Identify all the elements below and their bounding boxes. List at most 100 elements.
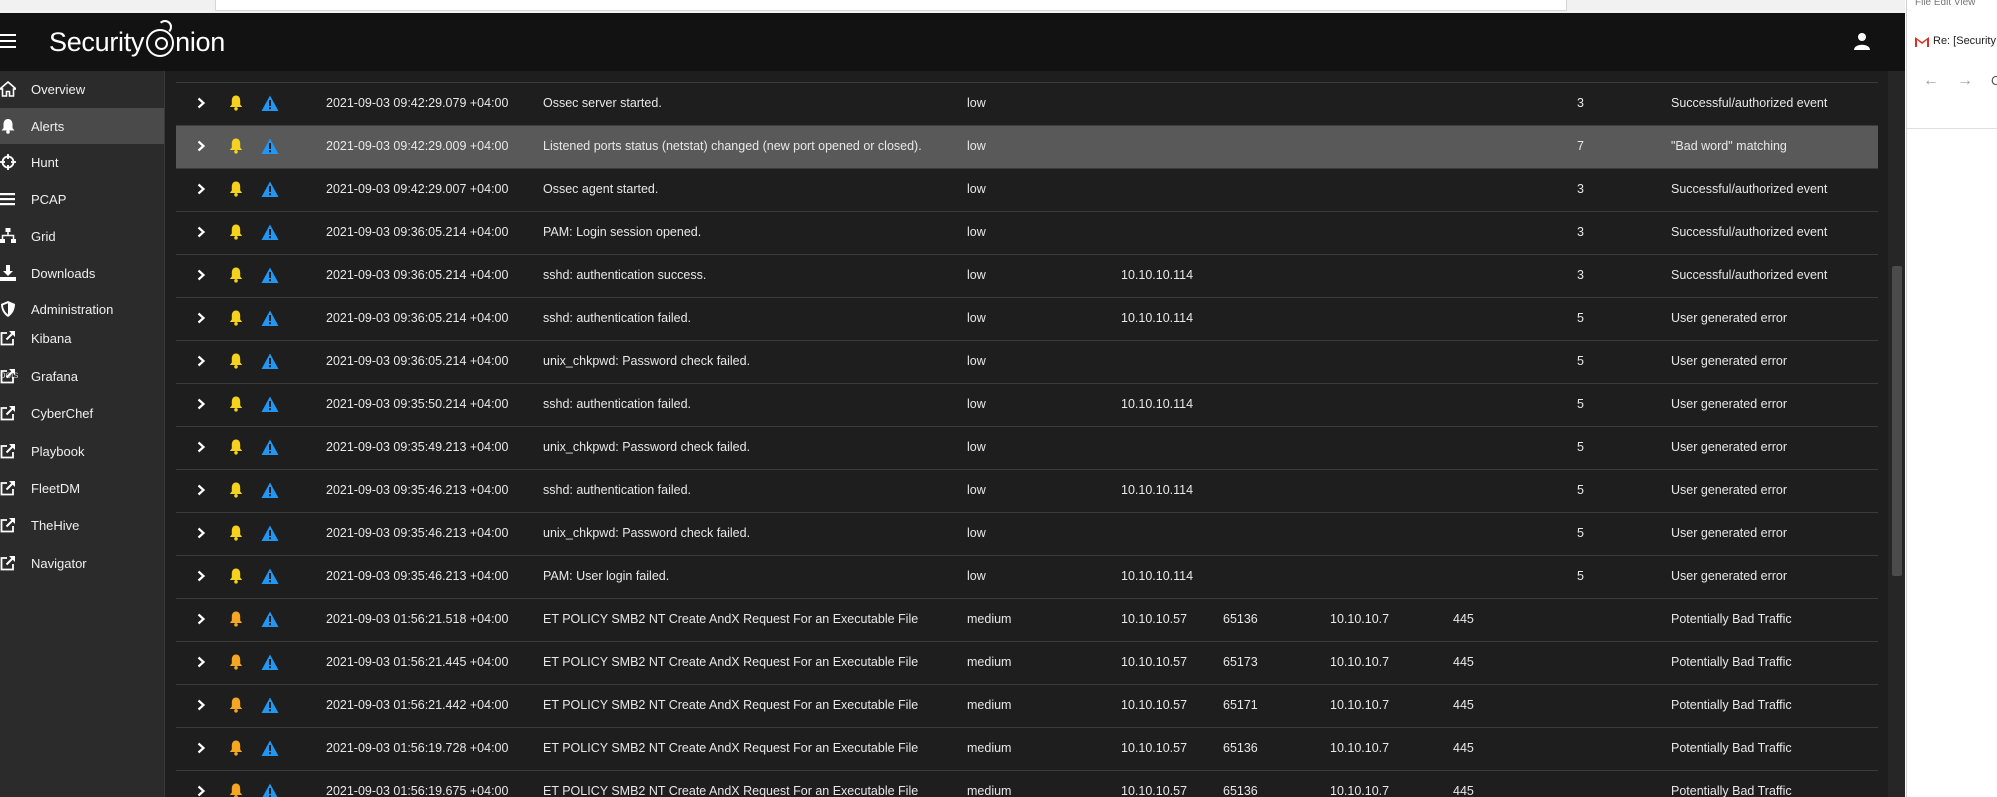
acknowledge-bell-icon[interactable] bbox=[229, 396, 243, 412]
alert-count: 5 bbox=[1577, 440, 1584, 454]
table-row[interactable]: 2021-09-03 09:42:29.009 +04:00 Listened p… bbox=[176, 126, 1878, 169]
escalate-warning-icon[interactable] bbox=[261, 482, 279, 499]
table-row[interactable]: 2021-09-03 09:36:05.214 +04:00 sshd: auth… bbox=[176, 298, 1878, 341]
sidebar-tool-navigator[interactable]: Navigator bbox=[0, 545, 164, 581]
alert-category: Potentially Bad Traffic bbox=[1671, 612, 1792, 626]
acknowledge-bell-icon[interactable] bbox=[229, 310, 243, 326]
expand-chevron-icon[interactable] bbox=[195, 269, 207, 281]
expand-chevron-icon[interactable] bbox=[195, 441, 207, 453]
table-row[interactable] bbox=[176, 71, 1878, 83]
escalate-warning-icon[interactable] bbox=[261, 310, 279, 327]
table-row[interactable]: 2021-09-03 01:56:21.445 +04:00 ET POLICY … bbox=[176, 642, 1878, 685]
alert-category: "Bad word" matching bbox=[1671, 139, 1787, 153]
expand-chevron-icon[interactable] bbox=[195, 484, 207, 496]
expand-chevron-icon[interactable] bbox=[195, 183, 207, 195]
forward-arrow-icon[interactable]: → bbox=[1957, 72, 1973, 90]
escalate-warning-icon[interactable] bbox=[261, 95, 279, 112]
table-row[interactable]: 2021-09-03 09:35:50.214 +04:00 sshd: auth… bbox=[176, 384, 1878, 427]
security-onion-logo[interactable]: Security nion bbox=[49, 20, 225, 57]
sidebar-item-pcap[interactable]: PCAP bbox=[0, 181, 164, 217]
acknowledge-bell-icon[interactable] bbox=[229, 224, 243, 240]
sidebar-item-alerts[interactable]: Alerts bbox=[0, 108, 164, 144]
acknowledge-bell-icon[interactable] bbox=[229, 439, 243, 455]
gmail-menu-bar[interactable]: File Edit View bbox=[1915, 0, 1975, 8]
sidebar-item-downloads[interactable]: Downloads bbox=[0, 255, 164, 291]
browser-address-bar[interactable] bbox=[215, 0, 1567, 11]
acknowledge-bell-icon[interactable] bbox=[229, 353, 243, 369]
alert-count: 5 bbox=[1577, 483, 1584, 497]
table-row[interactable]: 2021-09-03 09:42:29.007 +04:00 Ossec agen… bbox=[176, 169, 1878, 212]
table-row[interactable]: 2021-09-03 09:35:46.213 +04:00 sshd: auth… bbox=[176, 470, 1878, 513]
escalate-warning-icon[interactable] bbox=[261, 439, 279, 456]
escalate-warning-icon[interactable] bbox=[261, 654, 279, 671]
acknowledge-bell-icon[interactable] bbox=[229, 568, 243, 584]
table-row[interactable]: 2021-09-03 01:56:21.518 +04:00 ET POLICY … bbox=[176, 599, 1878, 642]
escalate-warning-icon[interactable] bbox=[261, 783, 279, 797]
expand-chevron-icon[interactable] bbox=[195, 785, 207, 797]
escalate-warning-icon[interactable] bbox=[261, 181, 279, 198]
escalate-warning-icon[interactable] bbox=[261, 611, 279, 628]
alert-category: User generated error bbox=[1671, 397, 1788, 411]
alert-timestamp: 2021-09-03 01:56:21.445 +04:00 bbox=[326, 655, 509, 669]
sidebar-item-overview[interactable]: Overview bbox=[0, 71, 164, 107]
table-row[interactable]: 2021-09-03 01:56:21.442 +04:00 ET POLICY … bbox=[176, 685, 1878, 728]
escalate-warning-icon[interactable] bbox=[261, 396, 279, 413]
sidebar-tool-grafana[interactable]: Grafana bbox=[0, 358, 164, 394]
sidebar-tool-cyberchef[interactable]: CyberChef bbox=[0, 395, 164, 431]
expand-chevron-icon[interactable] bbox=[195, 656, 207, 668]
acknowledge-bell-icon[interactable] bbox=[229, 482, 243, 498]
sidebar-tool-thehive[interactable]: TheHive bbox=[0, 507, 164, 543]
table-row[interactable]: 2021-09-03 09:35:49.213 +04:00 unix_chkpw… bbox=[176, 427, 1878, 470]
expand-chevron-icon[interactable] bbox=[195, 140, 207, 152]
table-row[interactable]: 2021-09-03 09:36:05.214 +04:00 PAM: Login… bbox=[176, 212, 1878, 255]
escalate-warning-icon[interactable] bbox=[261, 697, 279, 714]
acknowledge-bell-icon[interactable] bbox=[229, 181, 243, 197]
sidebar-item-grid[interactable]: Grid bbox=[0, 218, 164, 254]
escalate-warning-icon[interactable] bbox=[261, 353, 279, 370]
acknowledge-bell-icon[interactable] bbox=[229, 95, 243, 111]
escalate-warning-icon[interactable] bbox=[261, 224, 279, 241]
table-row[interactable]: 2021-09-03 09:35:46.213 +04:00 PAM: User … bbox=[176, 556, 1878, 599]
expand-chevron-icon[interactable] bbox=[195, 355, 207, 367]
escalate-warning-icon[interactable] bbox=[261, 267, 279, 284]
acknowledge-bell-icon[interactable] bbox=[229, 525, 243, 541]
menu-icon[interactable] bbox=[0, 34, 16, 48]
back-arrow-icon[interactable]: ← bbox=[1923, 72, 1939, 90]
table-row[interactable]: 2021-09-03 01:56:19.675 +04:00 ET POLICY … bbox=[176, 771, 1878, 797]
expand-chevron-icon[interactable] bbox=[195, 312, 207, 324]
expand-chevron-icon[interactable] bbox=[195, 699, 207, 711]
expand-chevron-icon[interactable] bbox=[195, 527, 207, 539]
expand-chevron-icon[interactable] bbox=[195, 570, 207, 582]
table-row[interactable]: 2021-09-03 09:42:29.079 +04:00 Ossec serv… bbox=[176, 83, 1878, 126]
user-account-icon[interactable] bbox=[1854, 32, 1870, 50]
expand-chevron-icon[interactable] bbox=[195, 742, 207, 754]
acknowledge-bell-icon[interactable] bbox=[229, 267, 243, 283]
sidebar-item-hunt[interactable]: Hunt bbox=[0, 144, 164, 180]
table-row[interactable]: 2021-09-03 01:56:19.728 +04:00 ET POLICY … bbox=[176, 728, 1878, 771]
escalate-warning-icon[interactable] bbox=[261, 138, 279, 155]
expand-chevron-icon[interactable] bbox=[195, 613, 207, 625]
alert-category: Successful/authorized event bbox=[1671, 182, 1828, 196]
acknowledge-bell-icon[interactable] bbox=[229, 783, 243, 797]
escalate-warning-icon[interactable] bbox=[261, 568, 279, 585]
escalate-warning-icon[interactable] bbox=[261, 740, 279, 757]
acknowledge-bell-icon[interactable] bbox=[229, 654, 243, 670]
sidebar-tool-playbook[interactable]: Playbook bbox=[0, 433, 164, 469]
acknowledge-bell-icon[interactable] bbox=[229, 740, 243, 756]
escalate-warning-icon[interactable] bbox=[261, 525, 279, 542]
acknowledge-bell-icon[interactable] bbox=[229, 697, 243, 713]
sidebar-tool-fleetdm[interactable]: FleetDM bbox=[0, 470, 164, 506]
alert-count: 7 bbox=[1577, 139, 1584, 153]
sidebar-tool-label: Playbook bbox=[31, 443, 85, 459]
expand-chevron-icon[interactable] bbox=[195, 398, 207, 410]
table-row[interactable]: 2021-09-03 09:35:46.213 +04:00 unix_chkpw… bbox=[176, 513, 1878, 556]
table-row[interactable]: 2021-09-03 09:36:05.214 +04:00 sshd: auth… bbox=[176, 255, 1878, 298]
sidebar-tool-kibana[interactable]: Kibana bbox=[0, 320, 164, 356]
expand-chevron-icon[interactable] bbox=[195, 226, 207, 238]
gmail-tab[interactable]: Re: [Security bbox=[1907, 28, 1997, 54]
acknowledge-bell-icon[interactable] bbox=[229, 611, 243, 627]
alert-rule-name: sshd: authentication success. bbox=[543, 268, 707, 282]
table-row[interactable]: 2021-09-03 09:36:05.214 +04:00 unix_chkpw… bbox=[176, 341, 1878, 384]
acknowledge-bell-icon[interactable] bbox=[229, 138, 243, 154]
expand-chevron-icon[interactable] bbox=[195, 97, 207, 109]
